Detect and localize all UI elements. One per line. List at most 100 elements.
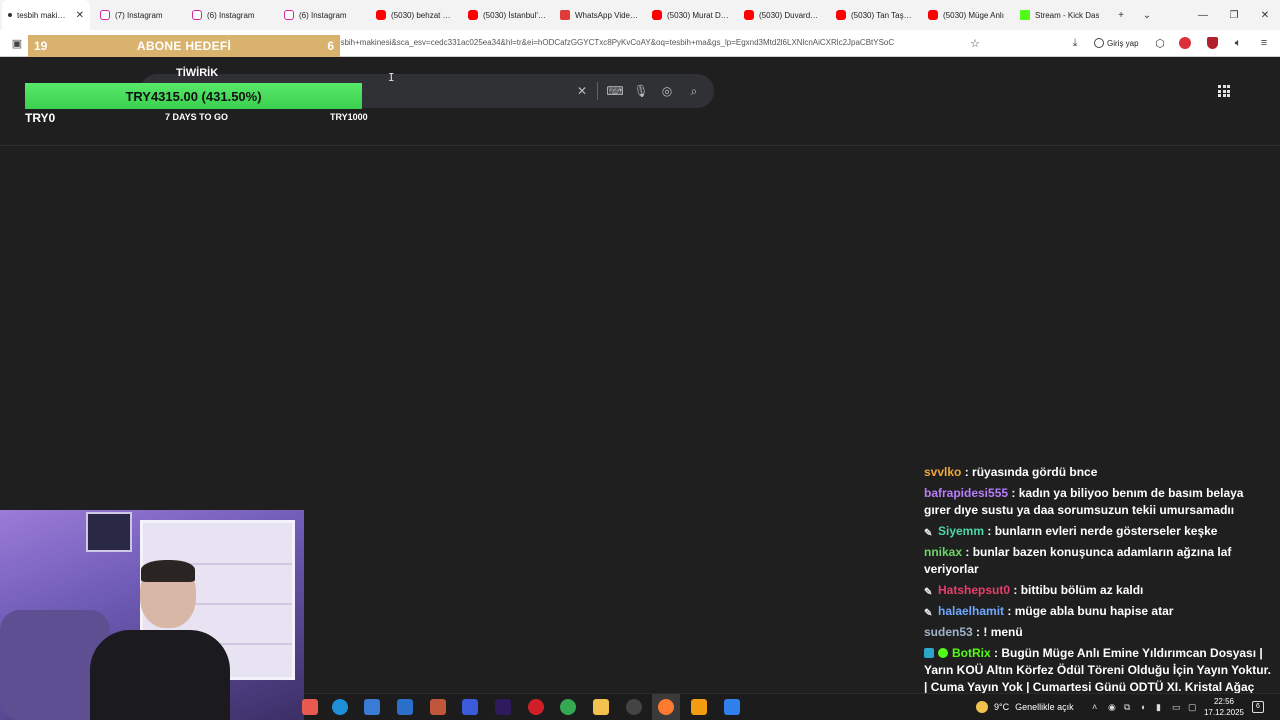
chat-text: : bunlar bazen konuşunca adamların ağzın… <box>924 545 1232 576</box>
url-field[interactable]: esbih+makinesi&sca_esv=cedc331ac025ea34&… <box>336 38 962 47</box>
tab-tesbih-makinesi[interactable]: tesbih makinesi ✕ <box>2 0 90 30</box>
tab-instagram-1[interactable]: (7) Instagram <box>94 0 184 30</box>
app-icon[interactable] <box>724 699 740 715</box>
verified-badge-icon <box>938 648 948 658</box>
chat-message: svvlko : rüyasında gördü bnce <box>916 462 1280 483</box>
folder-icon[interactable] <box>593 699 609 715</box>
chevron-up-icon[interactable]: ˄ <box>1092 702 1102 712</box>
tab-kick-stream[interactable]: Stream - Kick Das <box>1014 0 1108 30</box>
chat-username[interactable]: suden53 <box>924 625 973 639</box>
chat-message: bafrapidesi555 : kadın ya biliyoo benım … <box>916 483 1280 521</box>
store-icon[interactable] <box>364 699 380 715</box>
microphone-icon[interactable]: ▮ <box>1156 702 1166 712</box>
clear-icon[interactable]: ✕ <box>574 83 590 99</box>
chat-message: nnikax : bunlar bazen konuşunca adamları… <box>916 542 1280 580</box>
tray-app-icon[interactable]: ⧉ <box>1124 702 1134 712</box>
browser-tab-strip: tesbih makinesi ✕ (7) Instagram (6) Inst… <box>0 0 1280 30</box>
keyboard-icon[interactable]: ⌨ <box>606 83 623 99</box>
app-icon[interactable] <box>462 699 478 715</box>
microphone-icon[interactable]: 🎙︎ <box>633 83 649 99</box>
tray-app-icon[interactable]: ◉ <box>1108 702 1118 712</box>
streamer-hair <box>141 560 195 582</box>
tab-instagram-2[interactable]: (6) Instagram <box>186 0 276 30</box>
apps-grid-icon[interactable] <box>1218 85 1230 97</box>
youtube-icon <box>836 10 846 20</box>
obs-icon[interactable] <box>626 699 642 715</box>
tab-title: WhatsApp Video - <box>575 10 638 20</box>
bookmark-star-icon[interactable]: ☆ <box>968 36 982 50</box>
donation-days-left: 7 DAYS TO GO <box>165 112 229 122</box>
weather-widget[interactable]: 9°C Genellikle açık <box>976 701 1074 713</box>
camera-search-icon[interactable]: ◎ <box>659 83 675 99</box>
tab-youtube-murat[interactable]: (5030) Murat Dalk <box>646 0 736 30</box>
opera-icon[interactable] <box>528 699 544 715</box>
chat-username[interactable]: Siyemm <box>938 524 984 538</box>
windows-taskbar: 9°C Genellikle açık ˄ ◉ ⧉ ◖ ▮ ▭ ▢ 22:56 … <box>302 693 1280 720</box>
tab-title: (5030) behzat ç işi <box>391 10 454 20</box>
extensions-icon[interactable]: ⬡ <box>1153 36 1167 50</box>
chat-username[interactable]: Hatshepsut0 <box>938 583 1010 597</box>
chat-message: ✎ Siyemm : bunların evleri nerde gösterse… <box>916 521 1280 542</box>
minimize-icon[interactable]: — <box>1188 0 1218 30</box>
premiere-icon[interactable] <box>495 699 511 715</box>
dot-icon <box>8 13 12 17</box>
tab-youtube-behzat[interactable]: (5030) behzat ç işi <box>370 0 460 30</box>
game-icon[interactable] <box>430 699 446 715</box>
tab-title: (5030) Murat Dalk <box>667 10 730 20</box>
search-icon[interactable]: ⌕ <box>686 83 702 99</box>
network-icon[interactable]: ▭ <box>1172 702 1182 712</box>
chat-username[interactable]: BotRix <box>952 646 991 660</box>
chat-username[interactable]: bafrapidesi555 <box>924 486 1008 500</box>
weather-sun-icon <box>976 701 988 713</box>
shield-icon[interactable] <box>1205 36 1219 50</box>
streamer-body <box>90 630 230 720</box>
notification-icon[interactable]: 6 <box>1252 701 1264 713</box>
tab-youtube-tan[interactable]: (5030) Tan Taşçı - <box>830 0 920 30</box>
bot-badge-icon <box>924 648 934 658</box>
clock[interactable]: 22:56 17.12.2025 <box>1202 696 1246 718</box>
chat-username[interactable]: nnikax <box>924 545 962 559</box>
chrome-icon[interactable] <box>560 699 576 715</box>
chat-username[interactable]: svvlko <box>924 465 961 479</box>
display-icon[interactable]: ▢ <box>1188 702 1198 712</box>
youtube-icon <box>652 10 662 20</box>
instagram-icon <box>100 10 110 20</box>
speaker-icon[interactable]: ◖ <box>1140 702 1150 712</box>
close-tab-icon[interactable]: ✕ <box>76 10 84 21</box>
tab-list-button[interactable]: ⌄ <box>1132 0 1162 30</box>
whatsapp-video-icon <box>560 10 570 20</box>
close-window-icon[interactable]: ✕ <box>1250 0 1280 30</box>
tab-youtube-istanbul[interactable]: (5030) İstanbul'un <box>462 0 552 30</box>
vlc-icon[interactable] <box>691 699 707 715</box>
sidebar-toggle-icon[interactable]: ▣ <box>10 36 24 50</box>
weather-text: Genellikle açık <box>1015 702 1074 712</box>
divider <box>0 145 1280 146</box>
instagram-icon <box>284 10 294 20</box>
weather-temp: 9°C <box>994 702 1010 712</box>
pencil-badge-icon: ✎ <box>924 587 933 598</box>
tab-whatsapp-video[interactable]: WhatsApp Video - <box>554 0 644 30</box>
speaker-icon[interactable]: 🔈︎ <box>1231 36 1245 50</box>
tab-youtube-muge[interactable]: (5030) Müge Anlı <box>922 0 1012 30</box>
download-icon[interactable]: ⤓ <box>1068 36 1082 50</box>
subscriber-goal-bar: 19 ABONE HEDEFİ 6 <box>28 35 340 57</box>
adblock-icon[interactable] <box>1178 36 1192 50</box>
login-label: Giriş yap <box>1107 38 1139 48</box>
firefox-icon[interactable] <box>658 699 674 715</box>
mail-icon[interactable] <box>397 699 413 715</box>
tab-instagram-3[interactable]: (6) Instagram <box>278 0 368 30</box>
chat-username[interactable]: halaelhamit <box>938 604 1004 618</box>
donation-start-label: TRY0 <box>25 111 56 125</box>
menu-icon[interactable]: ≡ <box>1257 36 1271 50</box>
youtube-icon <box>928 10 938 20</box>
donation-target-label: TRY1000 <box>330 112 368 122</box>
chat-overlay: svvlko : rüyasında gördü bnce bafrapidesi… <box>916 462 1280 715</box>
app-icon[interactable] <box>302 699 318 715</box>
edge-icon[interactable] <box>332 699 348 715</box>
login-button[interactable]: Giriş yap <box>1094 35 1139 51</box>
restore-icon[interactable]: ❐ <box>1219 0 1249 30</box>
youtube-icon <box>744 10 754 20</box>
pencil-badge-icon: ✎ <box>924 608 933 619</box>
subscriber-goal-title: ABONE HEDEFİ <box>136 39 232 53</box>
tab-youtube-duvardan[interactable]: (5030) Duvardan o <box>738 0 828 30</box>
